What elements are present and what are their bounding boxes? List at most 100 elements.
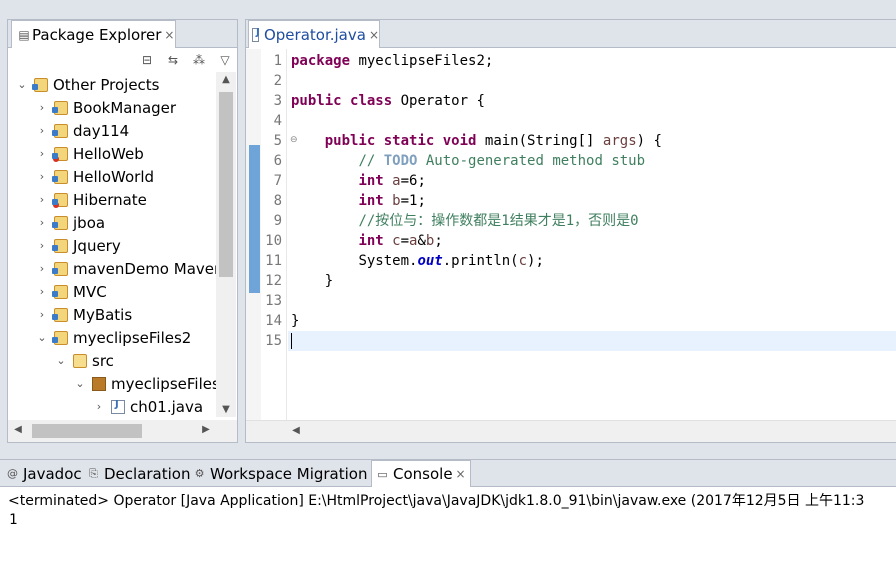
tree-item-hibernate[interactable]: › Hibernate xyxy=(36,188,147,211)
tab-javadoc[interactable]: @ Javadoc xyxy=(6,460,82,487)
link-with-editor-icon[interactable]: ⇆ xyxy=(165,52,181,68)
tree-item-jboa[interactable]: › jboa xyxy=(36,211,105,234)
current-line[interactable] xyxy=(288,331,896,351)
scroll-left-icon[interactable]: ◀ xyxy=(8,424,28,435)
tree-item-mavendemo[interactable]: › mavenDemo Maven xyxy=(36,257,216,280)
chevron-right-icon[interactable]: › xyxy=(36,124,48,137)
code-text: ; xyxy=(434,233,443,249)
chevron-down-icon[interactable]: ⌄ xyxy=(74,377,86,390)
tab-console-label: Console xyxy=(393,465,453,483)
chevron-right-icon[interactable]: › xyxy=(93,400,105,413)
tree-item-src[interactable]: ⌄ src xyxy=(55,349,114,372)
line-number-gutter: 1 2 3 4 5 6 7 8 9 10 11 12 13 14 15 ⊖ xyxy=(261,49,298,420)
chevron-right-icon[interactable]: › xyxy=(36,308,48,321)
collapse-all-icon[interactable]: ⊟ xyxy=(139,52,155,68)
tree-item-other-projects[interactable]: ⌄ Other Projects xyxy=(16,73,159,96)
line-number: 11 xyxy=(265,253,282,269)
chevron-right-icon[interactable]: › xyxy=(36,216,48,229)
project-icon xyxy=(52,238,68,253)
code-text: .println( xyxy=(442,253,519,269)
code-text: ) { xyxy=(636,133,662,149)
scroll-down-icon[interactable]: ▼ xyxy=(216,404,236,415)
project-icon xyxy=(52,215,68,230)
tree-vertical-scrollbar[interactable]: ▲ ▼ xyxy=(216,72,236,417)
chevron-right-icon[interactable]: › xyxy=(36,147,48,160)
line-number: 2 xyxy=(273,73,282,89)
keyword: package xyxy=(291,53,351,69)
close-icon[interactable]: × xyxy=(164,28,174,42)
tab-workspace-migration[interactable]: ⚙ Workspace Migration xyxy=(193,460,368,487)
tree-item-helloworld[interactable]: › HelloWorld xyxy=(36,165,154,188)
tab-declaration[interactable]: ⎘ Declaration xyxy=(87,460,190,487)
close-icon[interactable]: × xyxy=(456,467,466,481)
tree-item-label: myeclipseFiles2 xyxy=(73,328,192,347)
tab-workspace-migration-label: Workspace Migration xyxy=(210,464,368,483)
scroll-up-icon[interactable]: ▲ xyxy=(216,74,236,85)
code-text: =6; xyxy=(400,173,426,189)
tab-package-explorer[interactable]: ▤ Package Explorer × xyxy=(11,20,176,48)
line-number: 6 xyxy=(273,153,282,169)
tree-item-package-myeclipsefiles[interactable]: ⌄ myeclipseFiles xyxy=(74,372,216,395)
keyword: int xyxy=(358,193,384,209)
migration-icon: ⚙ xyxy=(194,467,205,480)
tree-item-jquery[interactable]: › Jquery xyxy=(36,234,121,257)
tree-item-bookmanager[interactable]: › BookManager xyxy=(36,96,176,119)
code-line-6: // TODO Auto-generated method stub xyxy=(291,151,645,171)
tree-item-ch01-java[interactable]: › ch01.java xyxy=(93,395,203,417)
line-number: 3 xyxy=(273,93,282,109)
code-line-1: package myeclipseFiles2; xyxy=(291,51,493,71)
variable: args xyxy=(602,133,637,149)
scroll-right-icon[interactable]: ▶ xyxy=(196,424,216,435)
chevron-right-icon[interactable]: › xyxy=(36,239,48,252)
tree-item-label: MVC xyxy=(73,282,107,301)
project-error-icon xyxy=(52,146,68,162)
tab-console[interactable]: ▭ Console × xyxy=(371,460,471,487)
tree-item-label: BookManager xyxy=(73,98,177,117)
ruler-highlight xyxy=(249,145,260,293)
chevron-right-icon[interactable]: › xyxy=(36,285,48,298)
scrollbar-thumb[interactable] xyxy=(32,424,142,438)
chevron-down-icon[interactable]: ⌄ xyxy=(55,354,67,367)
tree-item-mvc[interactable]: › MVC xyxy=(36,280,107,303)
tab-javadoc-label: Javadoc xyxy=(23,464,82,483)
bottom-panel: @ Javadoc ⎘ Declaration ⚙ Workspace Migr… xyxy=(0,459,896,568)
tree-item-label: src xyxy=(92,351,114,370)
code-text: ); xyxy=(527,253,544,269)
java-file-icon xyxy=(252,27,260,42)
tree-item-label: day114 xyxy=(73,121,130,140)
tree-item-mybatis[interactable]: › MyBatis xyxy=(36,303,132,326)
tree-item-helloweb[interactable]: › HelloWeb xyxy=(36,142,144,165)
keyword: int xyxy=(358,233,384,249)
scroll-left-icon[interactable]: ◀ xyxy=(286,425,306,436)
bottom-tabbar: @ Javadoc ⎘ Declaration ⚙ Workspace Migr… xyxy=(0,460,896,487)
console-icon: ▭ xyxy=(377,467,388,481)
tree-item-myeclipsefiles2[interactable]: ⌄ myeclipseFiles2 xyxy=(36,326,191,349)
chevron-down-icon[interactable]: ⌄ xyxy=(16,78,28,91)
project-icon xyxy=(52,100,68,115)
chevron-right-icon[interactable]: › xyxy=(36,262,48,275)
console-output[interactable]: 1 xyxy=(9,512,17,528)
tree-item-label: HelloWorld xyxy=(73,167,155,186)
tree-item-day114[interactable]: › day114 xyxy=(36,119,129,142)
code-line-8: int b=1; xyxy=(291,191,426,211)
java-editor: Operator.java × 1 2 3 4 5 6 7 8 9 10 11 … xyxy=(245,19,896,443)
chevron-down-icon[interactable]: ⌄ xyxy=(36,331,48,344)
chevron-right-icon[interactable]: › xyxy=(36,170,48,183)
chevron-right-icon[interactable]: › xyxy=(36,193,48,206)
tab-operator-java[interactable]: Operator.java × xyxy=(248,20,380,48)
project-icon xyxy=(52,123,68,138)
tree-horizontal-scrollbar[interactable]: ◀ ▶ xyxy=(8,420,237,442)
chevron-right-icon[interactable]: › xyxy=(36,101,48,114)
code-area[interactable]: package myeclipseFiles2; public class Op… xyxy=(288,49,896,420)
scrollbar-thumb[interactable] xyxy=(219,92,233,277)
view-menu-icon[interactable]: ▽ xyxy=(217,52,233,68)
tree-item-label: mavenDemo Maven xyxy=(73,259,216,278)
package-explorer-view: ▤ Package Explorer × ⊟ ⇆ ⁂ ▽ ⌄ Other Pro… xyxy=(7,19,238,443)
editor-horizontal-scrollbar[interactable]: ◀ xyxy=(246,420,896,442)
code-text: } xyxy=(291,313,300,329)
keyword: static xyxy=(383,133,435,149)
close-icon[interactable]: × xyxy=(369,28,379,42)
package-explorer-icon: ▤ xyxy=(18,27,30,42)
filters-icon[interactable]: ⁂ xyxy=(191,52,207,68)
code-text: =1; xyxy=(400,193,426,209)
